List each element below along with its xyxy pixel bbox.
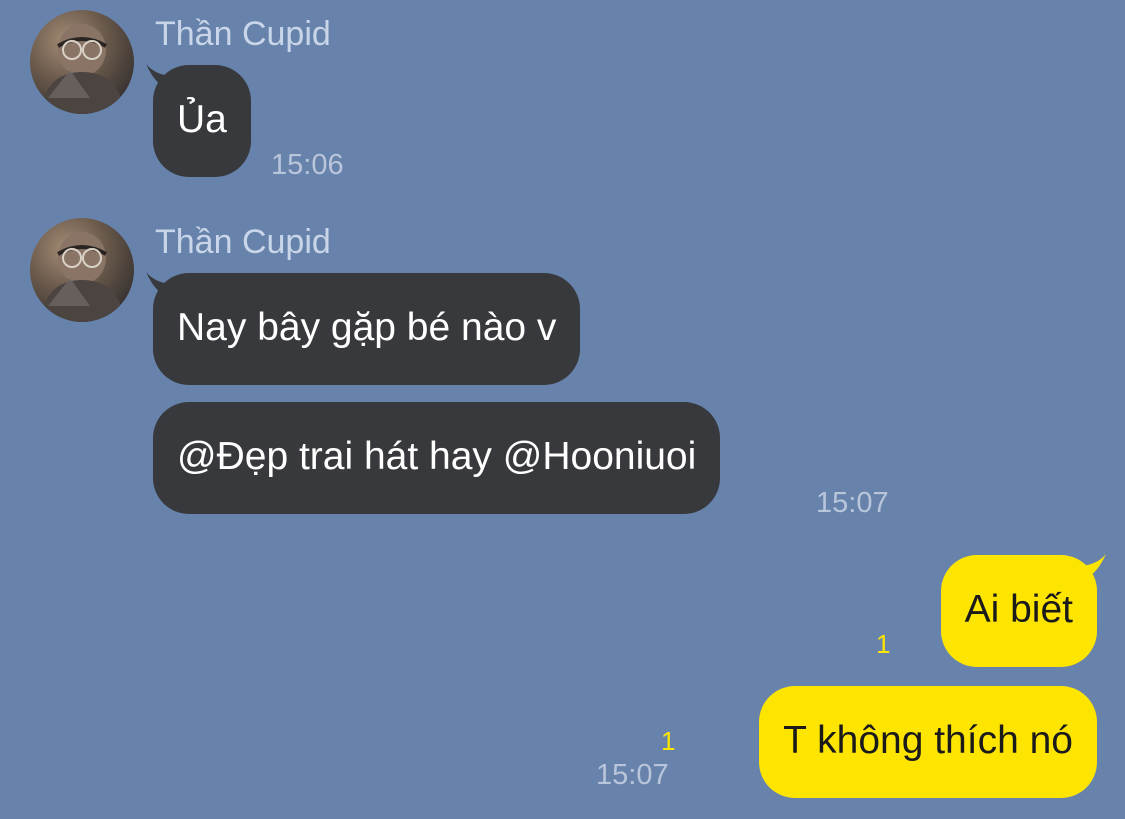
outgoing-message-bubble[interactable]: Ai biết (940, 555, 1097, 667)
message-timestamp: 15:07 (816, 487, 889, 519)
sender-name: Thần Cupid (155, 15, 331, 53)
message-timestamp: 15:07 (596, 759, 669, 791)
outgoing-message-bubble[interactable]: T không thích nó (759, 686, 1097, 798)
unread-count: 1 (876, 629, 891, 659)
sender-avatar[interactable] (30, 218, 134, 322)
message-bubble[interactable]: Nay bây gặp bé nào v (153, 273, 581, 385)
sender-avatar[interactable] (30, 10, 134, 114)
message-bubble[interactable]: Ủa (153, 65, 251, 177)
message-timestamp: 15:06 (271, 149, 344, 181)
unread-count: 1 (661, 726, 676, 756)
message-bubble[interactable]: @Đẹp trai hát hay @Hooniuoi (153, 402, 721, 514)
sender-name: Thần Cupid (155, 223, 331, 261)
